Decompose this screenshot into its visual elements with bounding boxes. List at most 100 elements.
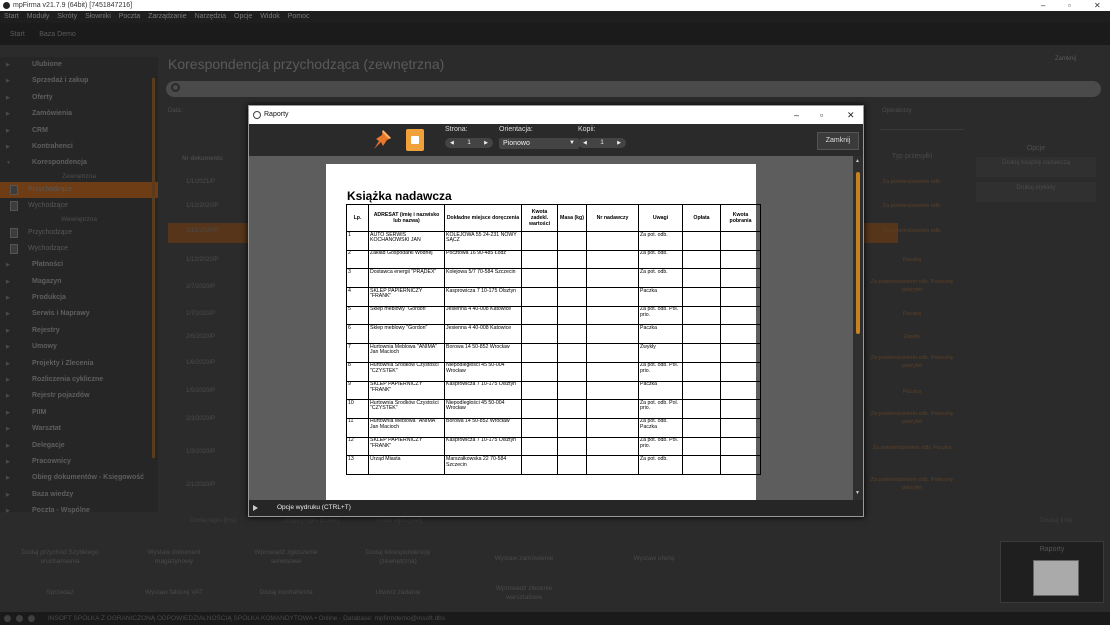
sidebar-item-piim[interactable]: ▶ PIIM [0, 405, 158, 421]
minimize-button[interactable]: – [1041, 0, 1045, 11]
scroll-up-icon[interactable]: ▲ [855, 158, 860, 164]
sidebar-item-pracownicy[interactable]: ▶ Pracownicy [0, 454, 158, 470]
tracking-number-cell [586, 231, 639, 251]
sidebar-item-serwis[interactable]: ▶ Serwis i Naprawy [0, 306, 158, 322]
copies-stepper[interactable]: ◀ 1 ▶ [578, 138, 626, 148]
chevron-right-icon: ▶ [6, 311, 10, 318]
next-page-icon[interactable]: ▶ [484, 138, 488, 148]
declared-value-cell [521, 417, 558, 438]
menu-narzedzia[interactable]: Narzędzia [195, 13, 227, 20]
quick-order-button[interactable]: Wystaw zamówienie [478, 554, 570, 563]
sidebar-item-rejestr-pojazdow[interactable]: ▶ Rejestr pojazdów [0, 388, 158, 404]
type-cell: Za potwierdzeniem odb. Paczka [872, 445, 952, 451]
pin-icon[interactable] [371, 128, 393, 152]
addressee-cell: SKLEP PAPIERNICZY "FRANK" [368, 436, 445, 457]
sidebar-item-label: Umowy [32, 343, 57, 351]
options-panel: Opcje Drukuj książkę nadawczą Drukuj ety… [970, 137, 1102, 517]
sidebar-item-sprzedaz[interactable]: ▶ Sprzedaż i zakup [0, 73, 158, 89]
sidebar-item-projekty[interactable]: ▶ Projekty i Zlecenia [0, 356, 158, 372]
dialog-minimize-button[interactable]: – [794, 106, 799, 124]
sidebar-item-oferty[interactable]: ▶ Oferty [0, 90, 158, 106]
quick-add-correspondence-button[interactable]: Dodaj korespondencję (zewnętrzna) [352, 548, 444, 566]
column-header-doc: Nr dokumentu [182, 156, 223, 162]
expand-icon[interactable] [253, 505, 258, 511]
quick-invoice-button[interactable]: Wystaw fakturę VAT [128, 588, 220, 597]
sidebar-item-ulubione[interactable]: ▶ Ulubione [0, 57, 158, 73]
sidebar-item-przychodzace-wew[interactable]: Przychodzące [0, 225, 158, 241]
menu-skroty[interactable]: Skróty [57, 13, 77, 20]
lp-cell: 10 [346, 399, 369, 419]
notes-cell: Paczka [638, 380, 683, 401]
notes-cell: Paczka [638, 287, 683, 307]
quick-workshop-order-button[interactable]: Wprowadź zlecenie warsztatowe [478, 584, 570, 602]
print-labels-button[interactable]: Drukuj etykiety [976, 182, 1096, 202]
main-close-button[interactable]: Zamknij [1055, 56, 1076, 62]
menu-poczta[interactable]: Poczta [119, 13, 140, 20]
preview-scrollbar[interactable]: ▲ ▼ [853, 156, 863, 500]
quick-warehouse-doc-button[interactable]: Wystaw dokument magazynowy [128, 548, 220, 566]
export-file-icon[interactable] [406, 129, 424, 151]
maximize-button[interactable]: ▫ [1068, 0, 1071, 11]
sidebar-item-platnosci[interactable]: ▶ Płatności [0, 257, 158, 273]
menu-moduly[interactable]: Moduły [27, 13, 50, 20]
sidebar-item-magazyn[interactable]: ▶ Magazyn [0, 274, 158, 290]
sidebar-item-wychodzace-wew[interactable]: Wychodzące [0, 241, 158, 257]
addressee-cell: Hurtownia Środków Czystości "CZYSTEK" [368, 399, 445, 419]
edit-entry-button[interactable]: Edytuj wpis [Enter] [285, 517, 339, 524]
page-stepper[interactable]: ◀ 1 ▶ [445, 138, 493, 148]
delete-entry-button[interactable]: Usuń wpis [Del] [377, 517, 422, 524]
quick-sale-button[interactable]: Sprzedaż [14, 588, 106, 597]
sidebar-scrollbar[interactable] [152, 78, 155, 458]
quick-add-contractor-button[interactable]: Dodaj kontrahenta [240, 588, 332, 597]
sidebar-item-przychodzace-zew[interactable]: Przychodzące [0, 181, 158, 199]
sidebar-item-umowy[interactable]: ▶ Umowy [0, 339, 158, 355]
addressee-cell: Hurtownia Meblowa "ANIMA" Jan Macioch [368, 343, 445, 363]
orientation-select[interactable]: Pionowo ▼ [499, 138, 579, 149]
dialog-close-x-button[interactable]: ✕ [847, 106, 855, 124]
sidebar-item-korespondencja[interactable]: ▼ Korespondencja [0, 155, 158, 171]
sidebar-item-zamowienia[interactable]: ▶ Zamówienia [0, 106, 158, 122]
quick-create-task-button[interactable]: Utwórz zadanie [352, 588, 444, 597]
menu-slowniki[interactable]: Słowniki [85, 13, 111, 20]
menu-widok[interactable]: Widok [260, 13, 279, 20]
quick-service-request-button[interactable]: Wprowadź zgłoszenie serwisowe [240, 548, 332, 566]
scroll-down-icon[interactable]: ▼ [855, 490, 860, 496]
quick-add-income-button[interactable]: Dodaj przychód Szybkiego uruchamiania [14, 548, 106, 566]
print-postbook-button[interactable]: Drukuj książkę nadawczą [976, 157, 1096, 177]
menu-zarzadzanie[interactable]: Zarządzanie [148, 13, 187, 20]
search-input[interactable] [166, 81, 1101, 97]
print-list-button[interactable]: Drukuj listę [1040, 517, 1072, 524]
reports-tile[interactable]: Raporty [1000, 541, 1104, 603]
sidebar-item-crm[interactable]: ▶ CRM [0, 123, 158, 139]
window-title: mpFirma v21.7.9 (64bit) [7451847216] [13, 2, 133, 9]
cod-cell [720, 305, 761, 326]
document-icon [10, 243, 18, 254]
close-window-button[interactable]: ✕ [1094, 0, 1101, 11]
sidebar-item-kontrahenci[interactable]: ▶ Kontrahenci [0, 139, 158, 155]
dialog-maximize-button[interactable]: ▫ [820, 106, 823, 124]
sidebar-item-produkcja[interactable]: ▶ Produkcja [0, 290, 158, 306]
scrollbar-thumb[interactable] [856, 172, 860, 334]
chevron-right-icon: ▶ [6, 458, 10, 465]
tab-start[interactable]: Start [10, 24, 25, 46]
header-notes: Uwagi [638, 204, 683, 232]
quick-offer-button[interactable]: Wystaw ofertę [608, 554, 700, 563]
sidebar-item-rejestry[interactable]: ▶ Rejestry [0, 323, 158, 339]
sidebar-item-wychodzace-zew[interactable]: Wychodzące [0, 198, 158, 214]
sidebar-item-baza-wiedzy[interactable]: ▶ Baza wiedzy [0, 487, 158, 503]
document-icon [10, 201, 18, 212]
sidebar-item-poczta-wspolne[interactable]: ▶ Poczta - Wspólne [0, 503, 158, 519]
menu-start[interactable]: Start [4, 13, 19, 20]
operator-dropdown[interactable] [880, 117, 964, 130]
sidebar-item-warsztat[interactable]: ▶ Warsztat [0, 421, 158, 437]
add-entry-button[interactable]: Dodaj wpis [Ins] [190, 517, 236, 524]
dialog-close-button[interactable]: Zamknij [817, 132, 859, 150]
menu-opcje[interactable]: Opcje [234, 13, 252, 20]
sidebar-item-delegacje[interactable]: ▶ Delegacje [0, 438, 158, 454]
sidebar-item-rozliczenia[interactable]: ▶ Rozliczenia cykliczne [0, 372, 158, 388]
tab-baza-demo[interactable]: Baza Demo [39, 24, 76, 46]
sidebar-item-obieg-dokumentow[interactable]: ▶ Obieg dokumentów - Księgowość [0, 470, 158, 486]
increase-icon[interactable]: ▶ [617, 138, 621, 148]
menu-pomoc[interactable]: Pomoc [288, 13, 310, 20]
print-options-bar[interactable]: Opcje wydruku (CTRL+T) [249, 500, 863, 516]
